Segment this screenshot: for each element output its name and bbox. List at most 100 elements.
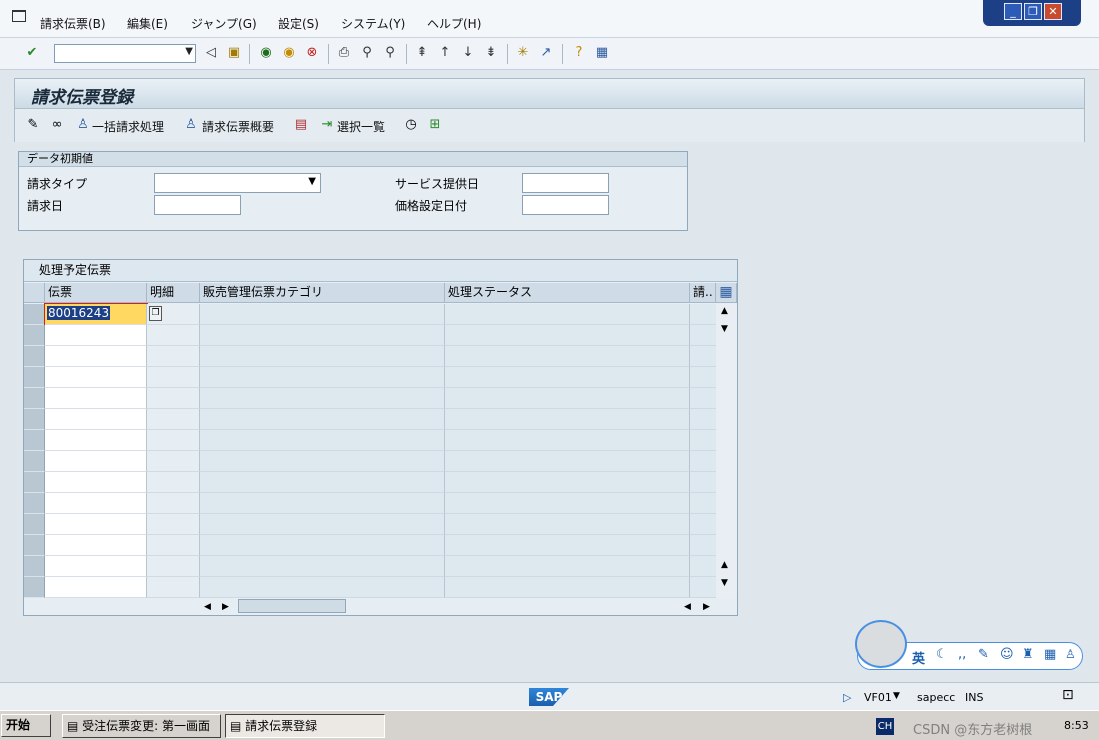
- item-cell[interactable]: ❐: [147, 304, 200, 325]
- punctuation-icon[interactable]: ,,: [958, 647, 966, 662]
- document-cell[interactable]: [45, 388, 147, 409]
- row-selector[interactable]: [24, 535, 45, 556]
- grid-icon[interactable]: ▦: [1044, 647, 1056, 662]
- layout-icon[interactable]: ▦: [594, 45, 610, 61]
- row-selector[interactable]: [24, 325, 45, 346]
- column-header-status[interactable]: 処理ステータス: [445, 283, 690, 303]
- menu-goto[interactable]: ジャンプ(G): [191, 15, 257, 32]
- menu-system[interactable]: システム(Y): [341, 15, 405, 32]
- ime-avatar-icon[interactable]: [855, 620, 907, 668]
- lock-icon[interactable]: ⊡: [1062, 687, 1074, 703]
- row-selector[interactable]: [24, 304, 45, 325]
- row-selector[interactable]: [24, 430, 45, 451]
- back-nav-icon[interactable]: ◁: [203, 45, 219, 61]
- document-cell[interactable]: [45, 472, 147, 493]
- document-cell[interactable]: [45, 430, 147, 451]
- chevron-down-icon[interactable]: ▼: [185, 46, 193, 57]
- column-header-document[interactable]: 伝票: [45, 283, 147, 303]
- find-next-icon[interactable]: ⚲: [382, 45, 398, 61]
- column-header-item[interactable]: 明細: [147, 283, 200, 303]
- document-cell[interactable]: [45, 493, 147, 514]
- billing-type-select[interactable]: ▼: [154, 173, 321, 193]
- prev-page-icon[interactable]: ↑: [437, 45, 453, 61]
- chevron-down-icon[interactable]: ▼: [893, 691, 900, 701]
- minimize-button[interactable]: _: [1004, 3, 1022, 20]
- find-icon[interactable]: ⚲: [359, 45, 375, 61]
- first-page-icon[interactable]: ⇞: [414, 45, 430, 61]
- menu-billing[interactable]: 請求伝票(B): [40, 15, 106, 32]
- item-cell[interactable]: [147, 409, 200, 430]
- column-header-billing[interactable]: 請..: [690, 283, 716, 303]
- row-selector[interactable]: [24, 367, 45, 388]
- item-cell[interactable]: [147, 535, 200, 556]
- document-cell[interactable]: [45, 409, 147, 430]
- command-field[interactable]: ▼: [54, 44, 196, 63]
- add-icon[interactable]: ⊞: [427, 117, 443, 133]
- row-selector[interactable]: [24, 493, 45, 514]
- row-selector[interactable]: [24, 409, 45, 430]
- item-cell[interactable]: [147, 577, 200, 598]
- pencil-icon[interactable]: ✎: [25, 117, 41, 133]
- scroll-thumb[interactable]: [238, 599, 346, 613]
- menu-settings[interactable]: 設定(S): [278, 15, 319, 32]
- menu-help[interactable]: ヘルプ(H): [427, 15, 481, 32]
- selection-list-button[interactable]: 選択一覧: [337, 118, 385, 135]
- task-sales-order-change[interactable]: ▤ 受注伝票変更: 第一画面: [62, 714, 221, 738]
- enter-icon[interactable]: ✔: [24, 45, 40, 61]
- document-cell[interactable]: [45, 577, 147, 598]
- row-selector[interactable]: [24, 577, 45, 598]
- document-cell[interactable]: [45, 451, 147, 472]
- item-cell[interactable]: [147, 325, 200, 346]
- document-cell[interactable]: [45, 346, 147, 367]
- cancel-icon[interactable]: ⊗: [304, 45, 320, 61]
- scroll-up-icon[interactable]: ▲: [721, 560, 728, 570]
- row-selector[interactable]: [24, 346, 45, 367]
- start-button[interactable]: 开始: [1, 714, 51, 737]
- calendar-icon[interactable]: ▤: [293, 117, 309, 133]
- smiley-icon[interactable]: ☺: [1000, 647, 1014, 662]
- table-settings-icon[interactable]: ▦: [716, 283, 737, 303]
- shirt-icon[interactable]: ♜: [1022, 647, 1034, 662]
- scroll-down-icon[interactable]: ▼: [721, 324, 728, 334]
- shortcut-icon[interactable]: ↗: [538, 45, 554, 61]
- last-page-icon[interactable]: ⇟: [483, 45, 499, 61]
- scroll-up-icon[interactable]: ▲: [721, 306, 728, 316]
- glasses-icon[interactable]: ∞: [49, 117, 65, 133]
- document-cell[interactable]: [45, 556, 147, 577]
- lock-icon[interactable]: ♙: [1065, 647, 1076, 661]
- item-cell[interactable]: [147, 472, 200, 493]
- column-header-category[interactable]: 販売管理伝票カテゴリ: [200, 283, 445, 303]
- row-selector[interactable]: [24, 388, 45, 409]
- vertical-scrollbar[interactable]: ▲ ▼ ▲ ▼: [716, 304, 737, 598]
- scroll-right-icon[interactable]: ▶: [703, 602, 710, 612]
- row-selector[interactable]: [24, 451, 45, 472]
- document-cell[interactable]: [45, 367, 147, 388]
- select-all-header[interactable]: [24, 283, 45, 303]
- document-cell[interactable]: [45, 535, 147, 556]
- scroll-right-icon[interactable]: ▶: [222, 602, 229, 612]
- row-selector[interactable]: [24, 472, 45, 493]
- system-menu-icon[interactable]: [12, 10, 26, 22]
- document-cell[interactable]: [45, 514, 147, 535]
- row-selector[interactable]: [24, 556, 45, 577]
- scroll-down-icon[interactable]: ▼: [721, 578, 728, 588]
- horizontal-scrollbar[interactable]: ◀ ▶ ◀ ▶: [24, 598, 737, 615]
- row-selector[interactable]: [24, 514, 45, 535]
- billing-overview-button[interactable]: 請求伝票概要: [202, 118, 274, 135]
- help-icon[interactable]: ?: [571, 45, 587, 61]
- status-toggle-icon[interactable]: ▷: [843, 691, 851, 704]
- service-date-field[interactable]: [522, 173, 609, 193]
- task-billing-create[interactable]: ▤ 請求伝票登録: [225, 714, 385, 738]
- menu-edit[interactable]: 編集(E): [127, 15, 168, 32]
- close-button[interactable]: ✕: [1044, 3, 1062, 20]
- clock-icon[interactable]: ◷: [403, 117, 419, 133]
- back-icon[interactable]: ◉: [258, 45, 274, 61]
- document-cell[interactable]: [45, 325, 147, 346]
- print-icon[interactable]: ⎙: [336, 45, 352, 61]
- exit-icon[interactable]: ◉: [281, 45, 297, 61]
- item-cell[interactable]: [147, 430, 200, 451]
- item-cell[interactable]: [147, 493, 200, 514]
- item-cell[interactable]: [147, 346, 200, 367]
- collective-billing-button[interactable]: 一括請求処理: [92, 118, 164, 135]
- item-cell[interactable]: [147, 556, 200, 577]
